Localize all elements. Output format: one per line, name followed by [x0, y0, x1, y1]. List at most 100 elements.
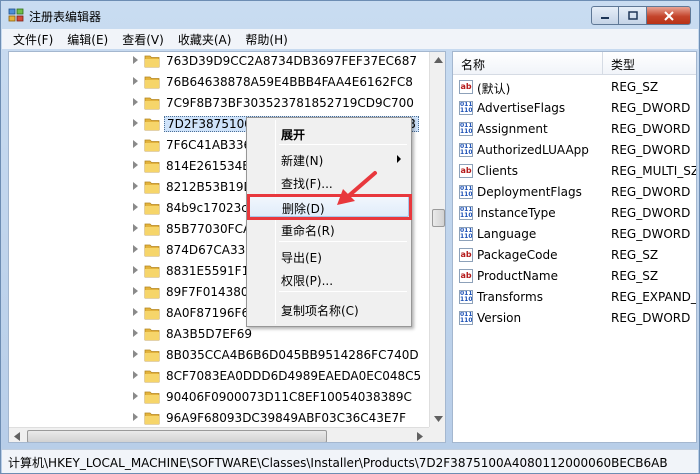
tree-item[interactable]: 90406F0900073D11C8EF10054038389C — [9, 387, 429, 408]
value-row[interactable]: 011 110 InstanceType REG_DWORD — [453, 203, 696, 224]
expand-arrow-icon[interactable] — [133, 413, 138, 421]
expand-arrow-icon[interactable] — [133, 392, 138, 400]
tree-item[interactable]: 8B035CCA4B6B6D045BB9514286FC740D — [9, 345, 429, 366]
expand-arrow-icon[interactable] — [133, 182, 138, 190]
context-menu-separator — [279, 241, 407, 242]
expand-arrow-icon[interactable] — [133, 119, 138, 127]
title-bar[interactable]: 注册表编辑器 — [1, 1, 699, 29]
values-list-pane[interactable]: 名称 类型 ab (默认) REG_SZ 011 110 AdvertiseFlags RE… — [452, 51, 697, 443]
tree-item[interactable]: 763D39D9CC2A8734DB3697FEF37EC687 — [9, 52, 429, 72]
context-menu-item[interactable]: 复制项名称(C) — [249, 298, 409, 320]
value-type: REG_DWORD — [611, 311, 691, 325]
expand-arrow-icon[interactable] — [133, 140, 138, 148]
value-row[interactable]: 011 110 Language REG_DWORD — [453, 224, 696, 245]
expand-arrow-icon[interactable] — [133, 203, 138, 211]
tree-item-label: 84b9c17023c — [166, 201, 248, 215]
scroll-down-icon[interactable] — [434, 416, 443, 422]
binary-value-icon: 011 110 — [459, 290, 473, 304]
scroll-up-icon[interactable] — [434, 57, 443, 63]
tree-item[interactable]: 7C9F8B73BF303523781852719CD9C700 — [9, 93, 429, 114]
folder-icon — [144, 202, 160, 215]
value-type: REG_SZ — [611, 269, 659, 283]
context-menu-separator — [279, 144, 407, 145]
value-name: AuthorizedLUAApp — [477, 143, 589, 157]
expand-arrow-icon[interactable] — [133, 77, 138, 85]
value-type: REG_DWORD — [611, 227, 691, 241]
maximize-icon — [627, 11, 638, 20]
value-row[interactable]: ab PackageCode REG_SZ — [453, 245, 696, 266]
tree-item-label: 85B77030FCA — [166, 222, 252, 236]
value-row[interactable]: 011 110 Assignment REG_DWORD — [453, 119, 696, 140]
scroll-right-icon[interactable] — [417, 432, 423, 441]
tree-item-label: 8A0F87196F6E — [166, 306, 257, 320]
menu-help[interactable]: 帮助(H) — [238, 31, 294, 48]
value-row[interactable]: 011 110 AuthorizedLUAApp REG_DWORD — [453, 140, 696, 161]
context-menu-item[interactable]: 展开 — [249, 122, 409, 144]
expand-arrow-icon[interactable] — [133, 56, 138, 64]
expand-arrow-icon[interactable] — [133, 329, 138, 337]
expand-arrow-icon[interactable] — [133, 350, 138, 358]
menu-favorites[interactable]: 收藏夹(A) — [171, 31, 239, 48]
tree-item-label: 7C9F8B73BF303523781852719CD9C700 — [166, 96, 414, 110]
tree-item[interactable]: 8CF7083EA0DDD6D4989EAEDA0EC048C5 — [9, 366, 429, 387]
context-menu-separator — [279, 291, 407, 292]
expand-arrow-icon[interactable] — [133, 224, 138, 232]
value-row[interactable]: 011 110 Version REG_DWORD — [453, 308, 696, 329]
tree-vertical-scroll-thumb[interactable] — [432, 209, 445, 227]
tree-item-label: 8A3B5D7EF69 — [166, 327, 252, 341]
context-menu-item[interactable]: 重命名(R) — [249, 218, 409, 240]
column-divider[interactable] — [602, 52, 603, 75]
context-menu-item-label: 新建(N) — [281, 154, 324, 168]
tree-horizontal-scroll-thumb[interactable] — [27, 430, 327, 442]
folder-icon — [144, 391, 160, 404]
string-value-icon: ab — [459, 269, 473, 283]
folder-icon — [144, 181, 160, 194]
menu-file[interactable]: 文件(F) — [6, 31, 60, 48]
context-menu-item[interactable]: 导出(E) — [249, 245, 409, 267]
close-button[interactable] — [647, 6, 691, 25]
folder-icon — [144, 76, 160, 89]
value-row[interactable]: ab Clients REG_MULTI_SZ — [453, 161, 696, 182]
value-row[interactable]: 011 110 AdvertiseFlags REG_DWORD — [453, 98, 696, 119]
minimize-icon — [601, 16, 609, 19]
menu-view[interactable]: 查看(V) — [115, 31, 171, 48]
expand-arrow-icon[interactable] — [133, 245, 138, 253]
value-type: REG_DWORD — [611, 122, 691, 136]
tree-item[interactable]: 8A3B5D7EF69 — [9, 324, 429, 345]
expand-arrow-icon[interactable] — [133, 287, 138, 295]
value-type: REG_DWORD — [611, 185, 691, 199]
menu-bar: 文件(F) 编辑(E) 查看(V) 收藏夹(A) 帮助(H) — [2, 29, 698, 49]
minimize-button[interactable] — [591, 6, 619, 25]
expand-arrow-icon[interactable] — [133, 161, 138, 169]
expand-arrow-icon[interactable] — [133, 266, 138, 274]
tree-vertical-scrollbar[interactable] — [429, 52, 445, 427]
value-row[interactable]: 011 110 DeploymentFlags REG_DWORD — [453, 182, 696, 203]
value-name: AdvertiseFlags — [477, 101, 566, 115]
context-menu-item[interactable]: 权限(P)... — [249, 268, 409, 290]
value-row[interactable]: 011 110 Transforms REG_EXPAND_ — [453, 287, 696, 308]
context-menu-item[interactable]: 新建(N) — [249, 148, 409, 170]
menu-edit[interactable]: 编辑(E) — [60, 31, 115, 48]
expand-arrow-icon[interactable] — [133, 371, 138, 379]
folder-icon — [144, 370, 160, 383]
value-type: REG_DWORD — [611, 143, 691, 157]
tree-item[interactable]: 76B64638878A59E4BBB4FAA4E6162FC8 — [9, 72, 429, 93]
value-name: Language — [477, 227, 537, 241]
context-menu-item-label: 展开 — [281, 128, 306, 142]
status-path: 计算机\HKEY_LOCAL_MACHINE\SOFTWARE\Classes\… — [8, 456, 668, 470]
value-row[interactable]: ab ProductName REG_SZ — [453, 266, 696, 287]
tree-horizontal-scrollbar[interactable] — [9, 427, 429, 442]
column-header-name[interactable]: 名称 — [461, 56, 485, 73]
value-row[interactable]: ab (默认) REG_SZ — [453, 77, 696, 98]
list-header: 名称 类型 — [453, 52, 696, 75]
folder-icon — [144, 412, 160, 425]
tree-item-label: 8B035CCA4B6B6D045BB9514286FC740D — [166, 348, 419, 362]
context-menu-item[interactable]: 查找(F)... — [249, 171, 409, 193]
expand-arrow-icon[interactable] — [133, 308, 138, 316]
tree-item[interactable]: 96A9F68093DC39849ABF03C36C43E7F — [9, 408, 429, 429]
binary-value-icon: 011 110 — [459, 185, 473, 199]
maximize-button[interactable] — [619, 6, 647, 25]
expand-arrow-icon[interactable] — [133, 98, 138, 106]
column-header-type[interactable]: 类型 — [611, 56, 635, 73]
scroll-left-icon[interactable] — [14, 432, 20, 441]
